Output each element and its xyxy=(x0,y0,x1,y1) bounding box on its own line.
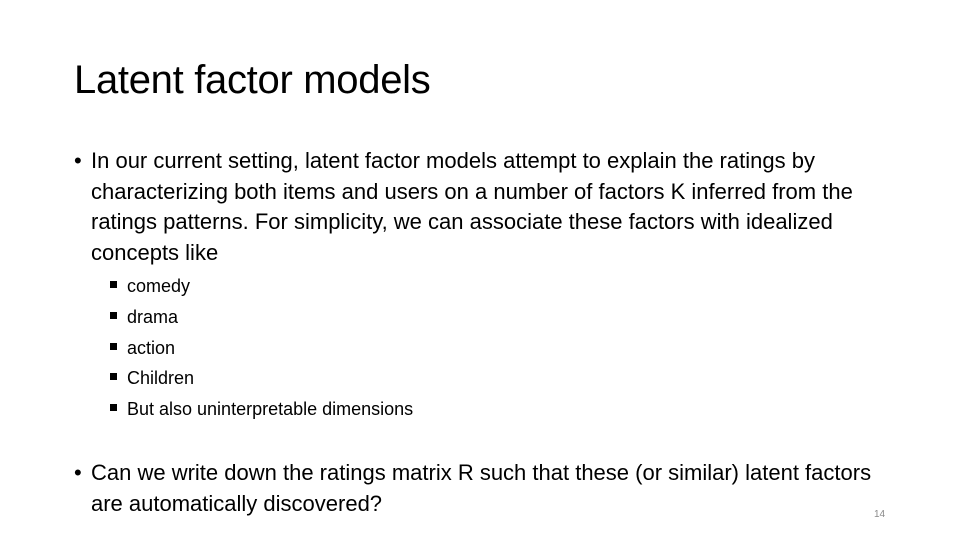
concept-item-action: action xyxy=(110,334,413,365)
bullet-text: Can we write down the ratings matrix R s… xyxy=(91,460,872,516)
concept-label: drama xyxy=(127,306,179,327)
square-bullet-icon xyxy=(110,373,117,381)
concept-item-uninterpretable: But also uninterpretable dimensions xyxy=(110,395,413,426)
square-bullet-icon xyxy=(110,404,117,412)
concept-label: comedy xyxy=(127,276,191,296)
page-number: 14 xyxy=(874,509,886,520)
bullet-marker: • xyxy=(74,148,82,173)
concept-label: But also uninterpretable dimensions xyxy=(127,399,414,420)
square-bullet-icon xyxy=(110,311,117,319)
slide-title: Latent factor models xyxy=(74,58,431,102)
concept-item-comedy: comedy xyxy=(110,272,413,303)
concept-label: Children xyxy=(127,368,195,389)
concept-label: action xyxy=(127,337,176,358)
bullet-item-latent-factors: • In our current setting, latent factor … xyxy=(74,146,874,268)
bullet-text: In our current setting, latent factor mo… xyxy=(91,148,853,265)
bullet-marker: • xyxy=(74,460,82,485)
slide: Latent factor models • In our current se… xyxy=(0,0,960,540)
concept-list: comedy drama action Children But also un… xyxy=(110,272,413,426)
bullet-item-ratings-matrix: • Can we write down the ratings matrix R… xyxy=(74,458,874,519)
square-bullet-icon xyxy=(110,281,117,288)
concept-item-children: Children xyxy=(110,364,413,395)
concept-item-drama: drama xyxy=(110,303,413,334)
square-bullet-icon xyxy=(110,342,117,350)
